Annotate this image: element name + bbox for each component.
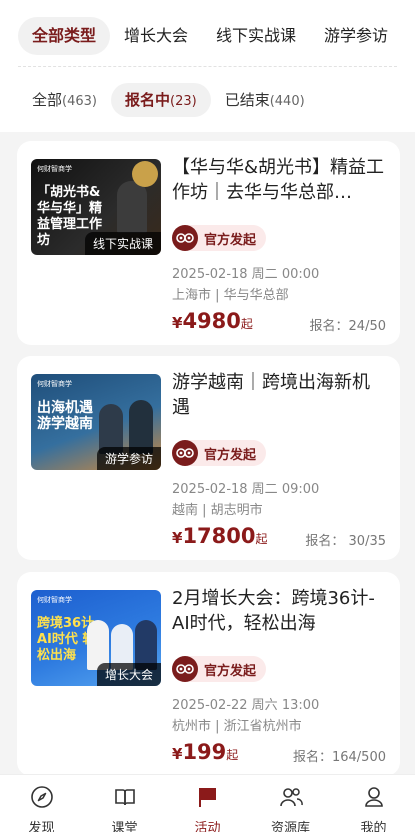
activity-thumbnail: 何财智商学 跨境36计 AI时代 轻松出海 增长大会 <box>31 590 161 686</box>
activity-price: ¥17800起 <box>172 524 268 548</box>
price-suffix: 起 <box>255 532 268 546</box>
activity-title[interactable]: 【华与华&胡光书】精益工作坊｜去华与华总部… <box>172 155 387 205</box>
bottom-tab-bar: 发现 课堂 活动 资源库 我的 <box>0 774 415 832</box>
tab-label: 我的 <box>360 821 387 832</box>
signup-count: 报名： 30/35 <box>305 534 386 549</box>
tab-me[interactable]: 我的 <box>332 775 415 832</box>
thumb-brand: 何财智商学 <box>37 380 72 388</box>
type-tabs: 全部类型 增长大会 线下实战课 游学参访 <box>18 14 415 58</box>
activity-price: ¥199起 <box>172 740 238 764</box>
member-seal <box>132 161 158 187</box>
speaker-figure <box>117 181 147 233</box>
activity-price: ¥4980起 <box>172 309 253 333</box>
official-badge: 官方发起 <box>172 440 267 466</box>
activity-type-tag: 增长大会 <box>96 663 161 686</box>
activity-location: 杭州市 | 浙江省杭州市 <box>172 719 302 734</box>
tab-activities[interactable]: 活动 <box>166 775 249 832</box>
status-tab-registering[interactable]: 报名中(23) <box>110 83 211 117</box>
divider <box>18 66 397 67</box>
tab-label: 资源库 <box>270 821 310 832</box>
status-tab-label: 全部 <box>32 91 63 109</box>
activity-type-tag: 线下实战课 <box>84 232 161 255</box>
tab-offline-course[interactable]: 线下实战课 <box>202 17 310 55</box>
status-tab-count: (440) <box>269 94 305 109</box>
official-badge-label: 官方发起 <box>204 663 257 679</box>
filter-header: 全部类型 增长大会 线下实战课 游学参访 全部(463) 报名中(23) 已结束… <box>0 0 415 132</box>
activity-location: 上海市 | 华与华总部 <box>172 288 289 303</box>
status-tab-count: (463) <box>62 94 97 109</box>
activity-card[interactable]: 何财智商学 出海机遇 游学越南 游学参访 游学越南｜跨境出海新机遇 官方发起 2… <box>17 356 400 560</box>
tab-label: 活动 <box>194 821 221 832</box>
signup-count: 报名：24/50 <box>309 319 386 334</box>
compass-icon <box>30 785 54 813</box>
thumb-brand: 何财智商学 <box>37 596 72 604</box>
signup-count: 报名：164/500 <box>292 750 386 765</box>
thumb-headline: 出海机遇 游学越南 <box>37 400 93 432</box>
tab-study-tour[interactable]: 游学参访 <box>310 17 402 55</box>
official-badge-label: 官方发起 <box>204 447 257 463</box>
activity-date: 2025-02-18 周二 09:00 <box>172 482 320 497</box>
status-tab-count: (23) <box>170 94 197 109</box>
price-amount: 199 <box>182 740 227 764</box>
price-amount: 17800 <box>182 524 256 548</box>
activity-card[interactable]: 何财智商学 「胡光书&华与华」精益管理工作坊 线下实战课 【华与华&胡光书】精益… <box>17 141 400 345</box>
status-tab-label: 报名中 <box>124 91 170 109</box>
price-amount: 4980 <box>182 309 241 333</box>
owl-icon <box>172 225 198 251</box>
price-suffix: 起 <box>240 317 253 331</box>
status-tab-all[interactable]: 全部(463) <box>18 83 111 117</box>
people-icon <box>278 785 304 813</box>
flag-icon <box>196 785 220 813</box>
official-badge: 官方发起 <box>172 225 267 251</box>
official-badge-label: 官方发起 <box>204 232 257 248</box>
tab-all-types[interactable]: 全部类型 <box>18 17 111 55</box>
status-tab-label: 已结束 <box>224 91 270 109</box>
thumb-brand: 何财智商学 <box>37 165 72 173</box>
activity-title[interactable]: 2月增长大会：跨境36计-AI时代，轻松出海 <box>172 586 387 636</box>
book-icon <box>113 785 137 813</box>
activity-location: 越南 | 胡志明市 <box>172 503 263 518</box>
tab-discover[interactable]: 发现 <box>0 775 83 832</box>
speaker-figure <box>129 400 153 454</box>
tab-resources[interactable]: 资源库 <box>249 775 332 832</box>
activity-thumbnail: 何财智商学 出海机遇 游学越南 游学参访 <box>31 374 161 470</box>
status-tabs: 全部(463) 报名中(23) 已结束(440) <box>18 82 319 118</box>
activity-date: 2025-02-22 周六 13:00 <box>172 698 320 713</box>
activity-title[interactable]: 游学越南｜跨境出海新机遇 <box>172 370 387 420</box>
tab-label: 发现 <box>28 821 55 832</box>
activity-date: 2025-02-18 周二 00:00 <box>172 267 320 282</box>
owl-icon <box>172 656 198 682</box>
tab-classroom[interactable]: 课堂 <box>83 775 166 832</box>
tab-growth-conference[interactable]: 增长大会 <box>110 17 202 55</box>
activity-thumbnail: 何财智商学 「胡光书&华与华」精益管理工作坊 线下实战课 <box>31 159 161 255</box>
owl-icon <box>172 440 198 466</box>
price-currency: ¥ <box>172 314 183 332</box>
tab-label: 课堂 <box>111 821 138 832</box>
person-icon <box>362 785 386 813</box>
status-tab-ended[interactable]: 已结束(440) <box>211 83 319 117</box>
activity-type-tag: 游学参访 <box>96 447 161 470</box>
official-badge: 官方发起 <box>172 656 267 682</box>
price-suffix: 起 <box>226 748 239 762</box>
price-currency: ¥ <box>172 745 183 763</box>
price-currency: ¥ <box>172 529 183 547</box>
activity-card[interactable]: 何财智商学 跨境36计 AI时代 轻松出海 增长大会 2月增长大会：跨境36计-… <box>17 572 400 776</box>
